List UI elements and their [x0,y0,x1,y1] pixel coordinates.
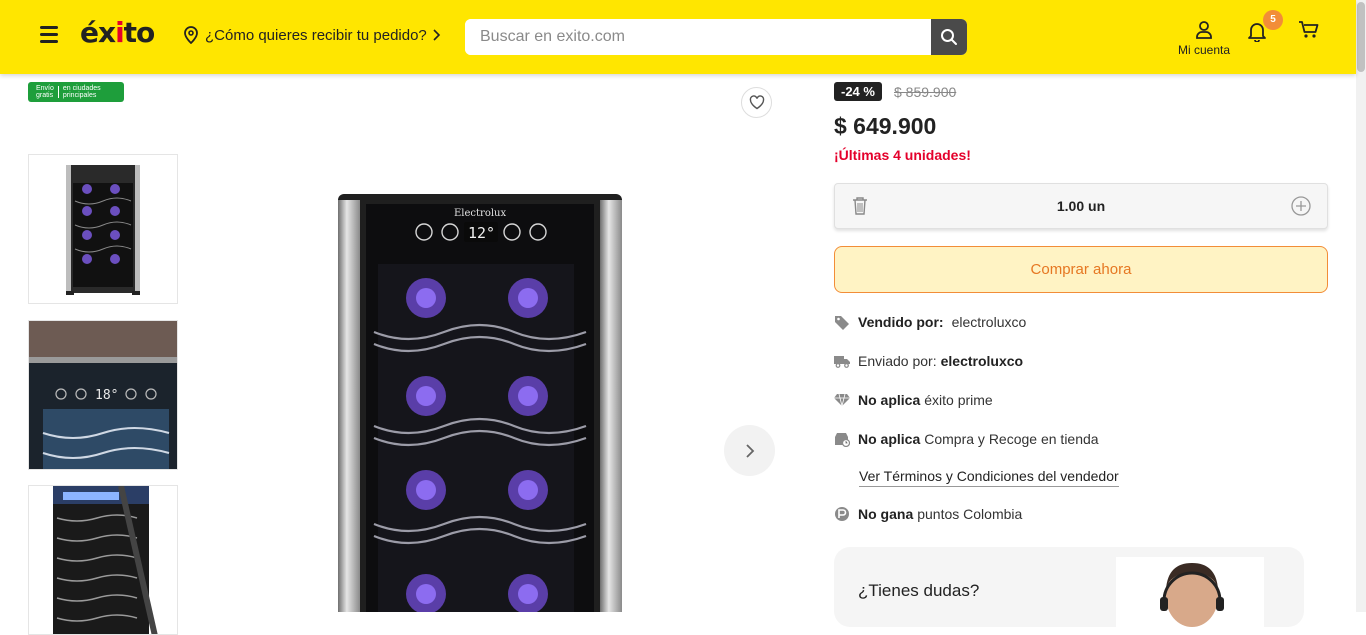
truck-icon [834,356,850,368]
shipped-by-label: Enviado por: [858,353,937,369]
cart-button[interactable] [1298,20,1320,45]
favorite-button[interactable] [741,87,772,118]
thumbnail-3[interactable] [28,485,178,635]
next-image-button[interactable] [724,425,775,476]
shipped-by-row: Enviado por: electroluxco [834,353,1023,369]
sold-by-label: Vendido por: [858,314,944,330]
tag-icon [835,316,849,330]
user-icon [1196,21,1212,39]
shipping-badge-divider [57,86,59,98]
wine-cooler-main-illustration: Electrolux 12° [338,194,622,614]
points-status: No gana [858,506,914,522]
support-agent-image [1160,563,1224,627]
chevron-right-icon [433,29,440,41]
help-card: ¿Tienes dudas? [834,547,1304,627]
sold-by-row: Vendido por: electroluxco [834,314,1026,330]
location-prompt: ¿Cómo quieres recibir tu pedido? [205,26,427,44]
store-pickup-icon [835,433,850,447]
scrollbar-thumb[interactable] [1357,2,1365,72]
diamond-icon [834,393,850,407]
points-row: No gana puntos Colombia [834,506,1022,522]
account-button[interactable]: Mi cuenta [1170,20,1238,57]
current-price: $ 649.900 [834,113,937,139]
puntos-colombia-icon [835,507,849,521]
plus-circle-icon [1291,196,1311,216]
cart-icon [1299,21,1319,38]
pickup-label: Compra y Recoge en tienda [924,431,1099,447]
notifications-badge: 5 [1263,10,1283,30]
pickup-status: No aplica [858,431,921,447]
heart-icon [749,95,764,110]
wine-cooler-interior-thumbnail [53,486,158,634]
prime-row: No aplica éxito prime [834,392,993,408]
shipping-badge-line2: gratis [36,92,54,99]
thumb-display-temp: 18° [95,388,118,403]
shipping-badge-line4: principales [62,92,97,99]
search-input[interactable] [465,19,931,55]
page-scrollbar[interactable] [1356,0,1366,612]
help-title: ¿Tienes dudas? [858,581,980,600]
chevron-right-icon [745,443,754,458]
old-price: $ 859.900 [894,84,957,100]
thumbnail-2[interactable]: 18° [28,320,178,470]
hamburger-menu-icon[interactable] [40,26,58,44]
exito-logo[interactable]: éxito [80,16,155,49]
points-label: puntos Colombia [917,506,1023,522]
buy-now-button[interactable]: Comprar ahora [834,246,1328,293]
shipping-badge-line1: Envío [36,85,54,92]
stock-notice: ¡Últimas 4 unidades! [834,147,971,163]
discount-badge: -24 % [834,82,882,101]
account-label: Mi cuenta [1177,43,1231,57]
search-icon [941,29,957,45]
free-shipping-badge: Envío gratis en ciudades principales [28,82,124,102]
support-agent-avatar [1116,557,1264,627]
shipped-by-value: electroluxco [940,353,1024,369]
quantity-value: 1.00 un [1056,198,1106,214]
quantity-stepper: 1.00 un [834,183,1328,229]
sold-by-value: electroluxco [951,314,1027,330]
seller-terms-link[interactable]: Ver Términos y Condiciones del vendedor [859,468,1119,487]
search-bar [465,19,967,55]
increase-quantity-button[interactable] [1291,196,1311,221]
pickup-row: No aplica Compra y Recoge en tienda [834,431,1099,447]
wine-cooler-front-thumbnail [66,165,140,295]
search-button[interactable] [931,19,967,55]
prime-status: No aplica [858,392,921,408]
shipping-badge-line3: en ciudades [62,85,101,92]
thumbnail-1[interactable] [28,154,178,304]
main-display-temp: 12° [468,224,495,242]
top-header: éxito ¿Cómo quieres recibir tu pedido? M… [0,0,1356,74]
wine-cooler-panel-thumbnail: 18° [29,321,177,469]
prime-label: éxito prime [924,392,993,408]
delivery-location-selector[interactable]: ¿Cómo quieres recibir tu pedido? [183,26,441,44]
product-brand-mark: Electrolux [454,208,506,219]
map-pin-icon [184,26,198,44]
main-product-image[interactable]: Electrolux 12° [338,194,622,614]
